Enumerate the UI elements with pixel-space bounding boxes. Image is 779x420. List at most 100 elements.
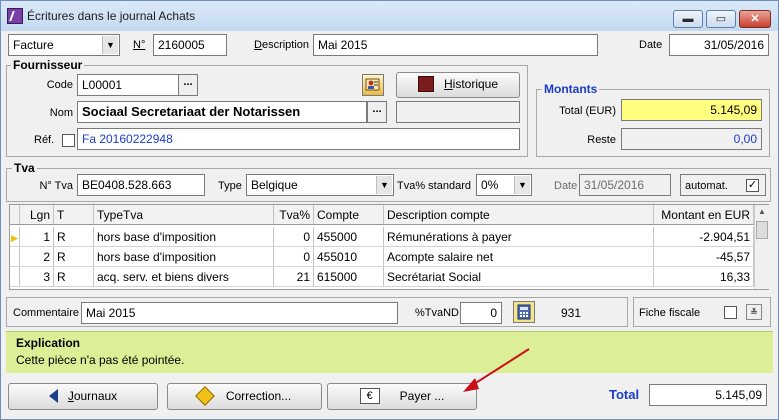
col-header-montant[interactable]: Montant en EUR [654,205,754,224]
comment-label: Commentaire [13,307,80,319]
table-row[interactable]: ▶ 1 R hors base d'imposition 0 455000 Ré… [10,227,754,247]
tva-standard-select[interactable]: 0% ▼ [476,174,532,196]
table-row[interactable]: 2 R hors base d'imposition 0 455010 Acom… [10,247,754,267]
current-row-arrow-icon: ▶ [10,227,20,246]
cell-description: Acompte salaire net [384,247,654,266]
auto-label: automat. [685,180,728,192]
col-header-description[interactable]: Description compte [384,205,654,224]
arrow-left-icon [48,388,58,403]
cell-montant: 16,33 [654,267,754,286]
contact-card-icon[interactable] [362,74,384,96]
annotation-arrow [463,348,530,392]
cell-t: R [54,247,94,266]
chevron-down-icon: ▼ [376,176,392,194]
number-field[interactable]: 2160005 [153,34,227,56]
tva-number-label: N° Tva [39,180,73,192]
table-scrollbar[interactable]: ▲ [754,205,769,289]
entries-table: Lgn T TypeTva Tva% Compte Description co… [9,204,769,290]
col-header-typetva[interactable]: TypeTva [94,205,274,224]
cell-t: R [54,227,94,246]
tva-standard-value: 0% [481,178,499,192]
table-header: Lgn T TypeTva Tva% Compte Description co… [10,205,754,225]
scroll-up-icon[interactable]: ▲ [755,205,769,219]
cell-t: R [54,267,94,286]
fiche-fiscale-checkbox[interactable] [724,306,737,319]
cell-description: Secrétariat Social [384,267,654,286]
reference-checkbox[interactable] [62,134,75,147]
cell-compte: 455000 [314,227,384,246]
document-type-value: Facture [13,38,54,52]
calculator-icon[interactable] [513,301,535,323]
fiche-dropdown-icon[interactable]: ≚ [746,304,762,320]
tva-standard-label: Tva% standard [397,180,471,192]
row-indicator [10,247,20,266]
cell-tva: 21 [274,267,314,286]
warning-icon [194,385,215,406]
document-type-select[interactable]: Facture ▼ [8,34,120,56]
name-label: Nom [49,107,73,119]
name-lookup-button[interactable]: ... [367,101,387,123]
reference-field[interactable]: Fa 20160222948 [77,128,520,150]
cell-typetva: hors base d'imposition [94,247,274,266]
rest-label: Reste [587,134,616,146]
euro-icon: € [359,387,380,404]
row-indicator-header [10,205,20,224]
col-header-compte[interactable]: Compte [314,205,384,224]
cell-compte: 615000 [314,267,384,286]
name-field[interactable]: Sociaal Secretariaat der Notarissen [77,101,367,123]
explanation-panel: Explication Cette pièce n'a pas été poin… [6,331,773,373]
count-value: 931 [561,306,582,320]
window-title: Écritures dans le journal Achats [27,9,196,23]
tva-date-label: Date [554,180,578,192]
col-header-tva[interactable]: Tva% [274,205,314,224]
table-row[interactable]: 3 R acq. serv. et biens divers 21 615000… [10,267,754,287]
date-label: Date [639,39,663,51]
title-bar: Écritures dans le journal Achats ▬ ▭ ✕ [1,1,778,31]
history-book-icon [417,75,434,92]
cell-tva: 0 [274,247,314,266]
code-lookup-button[interactable]: ... [178,74,198,96]
tva-type-select[interactable]: Belgique ▼ [246,174,394,196]
close-button[interactable]: ✕ [739,10,771,28]
cell-description: Rémunérations à payer [384,227,654,246]
code-field[interactable]: L00001 [77,74,179,96]
cell-lgn: 3 [20,267,54,286]
journaux-button[interactable]: Journaux [8,383,158,410]
tvand-field[interactable]: 0 [460,302,502,324]
explanation-title: Explication [16,336,81,350]
tva-number-field[interactable]: BE0408.528.663 [77,174,205,196]
description-label: Description [254,39,310,51]
col-header-lgn[interactable]: Lgn [20,205,54,224]
scroll-thumb[interactable] [756,221,768,239]
chevron-down-icon: ▼ [514,176,530,194]
row-indicator [10,267,20,286]
comment-field[interactable]: Mai 2015 [81,302,398,324]
app-icon [7,8,23,24]
tvand-label: %TvaND [415,307,460,319]
cell-typetva: hors base d'imposition [94,227,274,246]
history-button[interactable]: Historique [396,72,520,98]
total-eur-label: Total (EUR) [559,105,616,117]
description-field[interactable]: Mai 2015 [313,34,598,56]
correction-button[interactable]: Correction... [167,383,322,410]
cell-montant: -2.904,51 [654,227,754,246]
maximize-button[interactable]: ▭ [706,10,736,28]
tva-type-label: Type [218,180,242,192]
name-extra-field [396,101,520,123]
tva-date-field: 31/05/2016 [579,174,671,196]
total-eur-field: 5.145,09 [621,99,762,121]
tva-type-value: Belgique [251,178,298,192]
col-header-t[interactable]: T [54,205,94,224]
supplier-group-title: Fournisseur [11,58,85,72]
auto-checkbox[interactable]: ✓ [746,179,759,192]
explanation-text: Cette pièce n'a pas été pointée. [16,353,185,367]
date-field[interactable]: 31/05/2016 [669,34,769,56]
code-label: Code [46,79,73,91]
minimize-button[interactable]: ▬ [673,10,703,28]
cell-tva: 0 [274,227,314,246]
rest-field: 0,00 [621,128,762,150]
chevron-down-icon: ▼ [102,36,118,54]
cell-compte: 455010 [314,247,384,266]
amounts-group-title: Montants [542,82,600,96]
cell-typetva: acq. serv. et biens divers [94,267,274,286]
